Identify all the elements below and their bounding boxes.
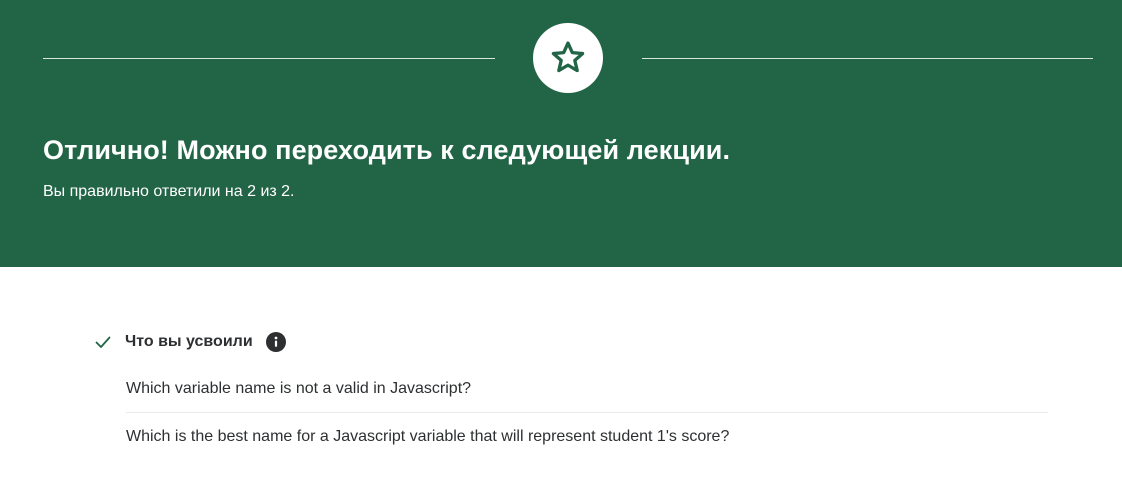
learned-question-list: Which variable name is not a valid in Ja… xyxy=(126,365,1048,461)
result-headline: Отлично! Можно переходить к следующей ле… xyxy=(43,135,731,165)
check-icon xyxy=(94,333,112,351)
learned-title: Что вы усвоили xyxy=(125,333,253,350)
divider-left xyxy=(43,58,495,59)
divider-right xyxy=(642,58,1093,59)
result-banner: Отлично! Можно переходить к следующей ле… xyxy=(0,0,1122,267)
learned-header: Что вы усвоили xyxy=(94,330,286,354)
learned-section: Что вы усвоили Which variable name is no… xyxy=(0,267,1122,501)
score-summary: Вы правильно ответили на 2 из 2. xyxy=(43,183,295,200)
info-icon[interactable] xyxy=(265,332,286,352)
star-icon xyxy=(549,39,587,77)
question-item: Which is the best name for a Javascript … xyxy=(126,428,730,445)
question-item: Which variable name is not a valid in Ja… xyxy=(126,365,1048,413)
star-badge xyxy=(533,23,603,93)
